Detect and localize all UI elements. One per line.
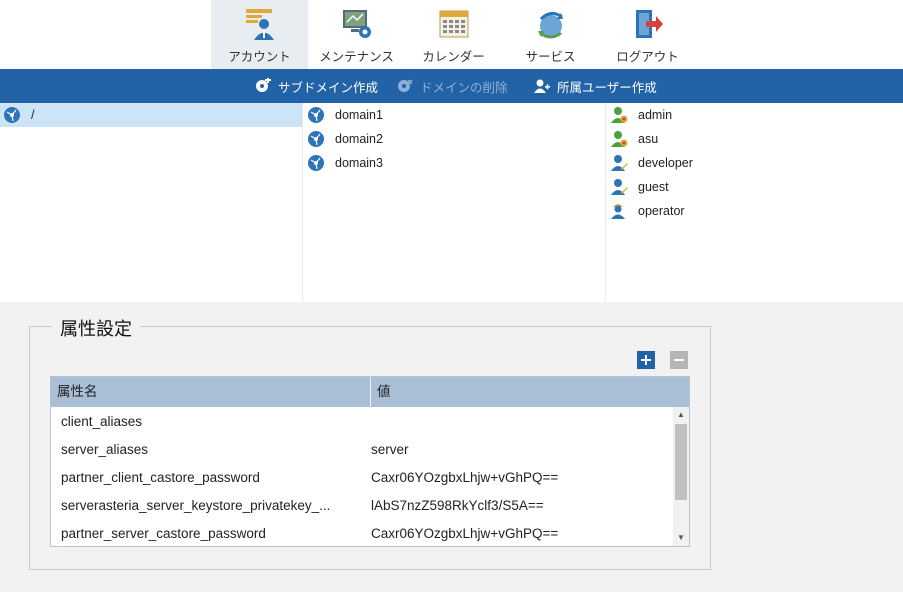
scroll-up-icon[interactable]: ▲ — [673, 408, 689, 422]
admin-user-icon — [611, 131, 628, 147]
top-navigation: アカウント メンテナンス カレンダー サービス ログアウト — [0, 0, 903, 69]
domain-item[interactable]: domain1 — [303, 103, 605, 127]
user-item[interactable]: developer — [606, 151, 903, 175]
root-domain-item[interactable]: / — [0, 103, 302, 127]
user-label: developer — [638, 156, 693, 170]
browser-panes: / domain1 domain2 domain3 admin asu deve… — [0, 103, 903, 302]
operator-user-icon — [611, 204, 625, 219]
domain-list-pane: domain1 domain2 domain3 — [302, 103, 605, 302]
attribute-name: serverasteria_server_keystore_privatekey… — [61, 497, 331, 513]
nav-account[interactable]: アカウント — [211, 0, 308, 69]
delete-domain-label: ドメインの削除 — [420, 80, 508, 95]
table-row[interactable]: partner_client_castore_password Caxr06YO… — [51, 463, 673, 491]
domain-icon — [4, 107, 20, 123]
attribute-value: server — [371, 441, 409, 457]
attribute-name: partner_client_castore_password — [61, 469, 260, 485]
admin-user-icon — [611, 107, 628, 123]
delete-domain-icon — [398, 79, 413, 92]
create-subdomain-label: サブドメイン作成 — [278, 80, 379, 95]
user-item[interactable]: admin — [606, 103, 903, 127]
nav-calendar-label: カレンダー — [422, 50, 485, 64]
table-row[interactable]: server_aliases server — [51, 435, 673, 463]
developer-user-icon — [611, 179, 628, 195]
add-domain-icon — [256, 78, 271, 92]
table-row[interactable]: serverasteria_server_keystore_privatekey… — [51, 491, 673, 519]
logout-icon — [636, 10, 663, 38]
attribute-grid: 属性名 値 client_aliases server_aliases serv… — [50, 376, 690, 547]
table-row[interactable]: partner_server_castore_password Caxr06YO… — [51, 519, 673, 546]
service-icon — [538, 12, 563, 39]
account-icon — [246, 9, 274, 40]
user-item[interactable]: asu — [606, 127, 903, 151]
domain-item[interactable]: domain3 — [303, 151, 605, 175]
attribute-value: Caxr06YOzgbxLhjw+vGhPQ== — [371, 469, 559, 485]
domain-label: domain3 — [335, 156, 383, 170]
nav-account-label: アカウント — [228, 50, 291, 64]
nav-service[interactable]: サービス — [502, 0, 599, 69]
domain-icon — [308, 107, 324, 123]
user-label: guest — [638, 180, 669, 194]
user-label: operator — [638, 204, 685, 218]
user-item[interactable]: guest — [606, 175, 903, 199]
nav-service-label: サービス — [525, 50, 576, 64]
nav-logout[interactable]: ログアウト — [599, 0, 696, 69]
nav-logout-label: ログアウト — [616, 50, 679, 64]
vertical-scrollbar[interactable]: ▲ ▼ — [673, 407, 689, 546]
create-user-button[interactable]: 所属ユーザー作成 — [534, 69, 657, 103]
scrollbar-thumb[interactable] — [675, 424, 687, 500]
plus-icon — [641, 355, 651, 365]
domain-label: domain2 — [335, 132, 383, 146]
user-item[interactable]: operator — [606, 199, 903, 223]
attribute-name: client_aliases — [61, 413, 143, 429]
table-row[interactable]: client_aliases — [51, 407, 673, 435]
attribute-value: Caxr06YOzgbxLhjw+vGhPQ== — [371, 525, 559, 541]
user-label: asu — [638, 132, 659, 146]
add-attribute-button[interactable] — [637, 351, 655, 369]
attribute-name: server_aliases — [61, 441, 149, 457]
remove-attribute-button[interactable] — [670, 351, 688, 369]
grid-header: 属性名 値 — [51, 377, 689, 407]
column-header-value[interactable]: 値 — [371, 377, 689, 407]
create-user-label: 所属ユーザー作成 — [557, 80, 657, 95]
domain-label: domain1 — [335, 108, 383, 122]
nav-calendar[interactable]: カレンダー — [405, 0, 502, 69]
create-subdomain-button[interactable]: サブドメイン作成 — [255, 69, 378, 103]
scroll-down-icon[interactable]: ▼ — [673, 531, 689, 545]
root-domain-label: / — [31, 108, 35, 122]
user-label: admin — [638, 108, 673, 122]
domain-icon — [308, 131, 324, 147]
minus-icon — [674, 359, 684, 361]
nav-maintenance[interactable]: メンテナンス — [308, 0, 405, 69]
attribute-settings-title: 属性設定 — [52, 315, 140, 341]
attribute-value: lAbS7nzZ598RkYclf3/S5A== — [371, 497, 544, 513]
nav-maintenance-label: メンテナンス — [319, 50, 394, 64]
domain-toolbar: サブドメイン作成 ドメインの削除 所属ユーザー作成 — [0, 69, 903, 103]
attribute-name: partner_server_castore_password — [61, 525, 266, 541]
maintenance-icon — [343, 10, 371, 38]
domain-item[interactable]: domain2 — [303, 127, 605, 151]
add-user-icon — [534, 79, 550, 93]
delete-domain-button[interactable]: ドメインの削除 — [397, 69, 508, 103]
domain-tree-pane: / — [0, 103, 302, 302]
column-header-name[interactable]: 属性名 — [51, 377, 370, 407]
developer-user-icon — [611, 155, 628, 171]
calendar-icon — [439, 10, 469, 38]
grid-body: client_aliases server_aliases server par… — [51, 407, 673, 546]
domain-icon — [308, 155, 324, 171]
user-list-pane: admin asu developer guest operator — [605, 103, 903, 302]
